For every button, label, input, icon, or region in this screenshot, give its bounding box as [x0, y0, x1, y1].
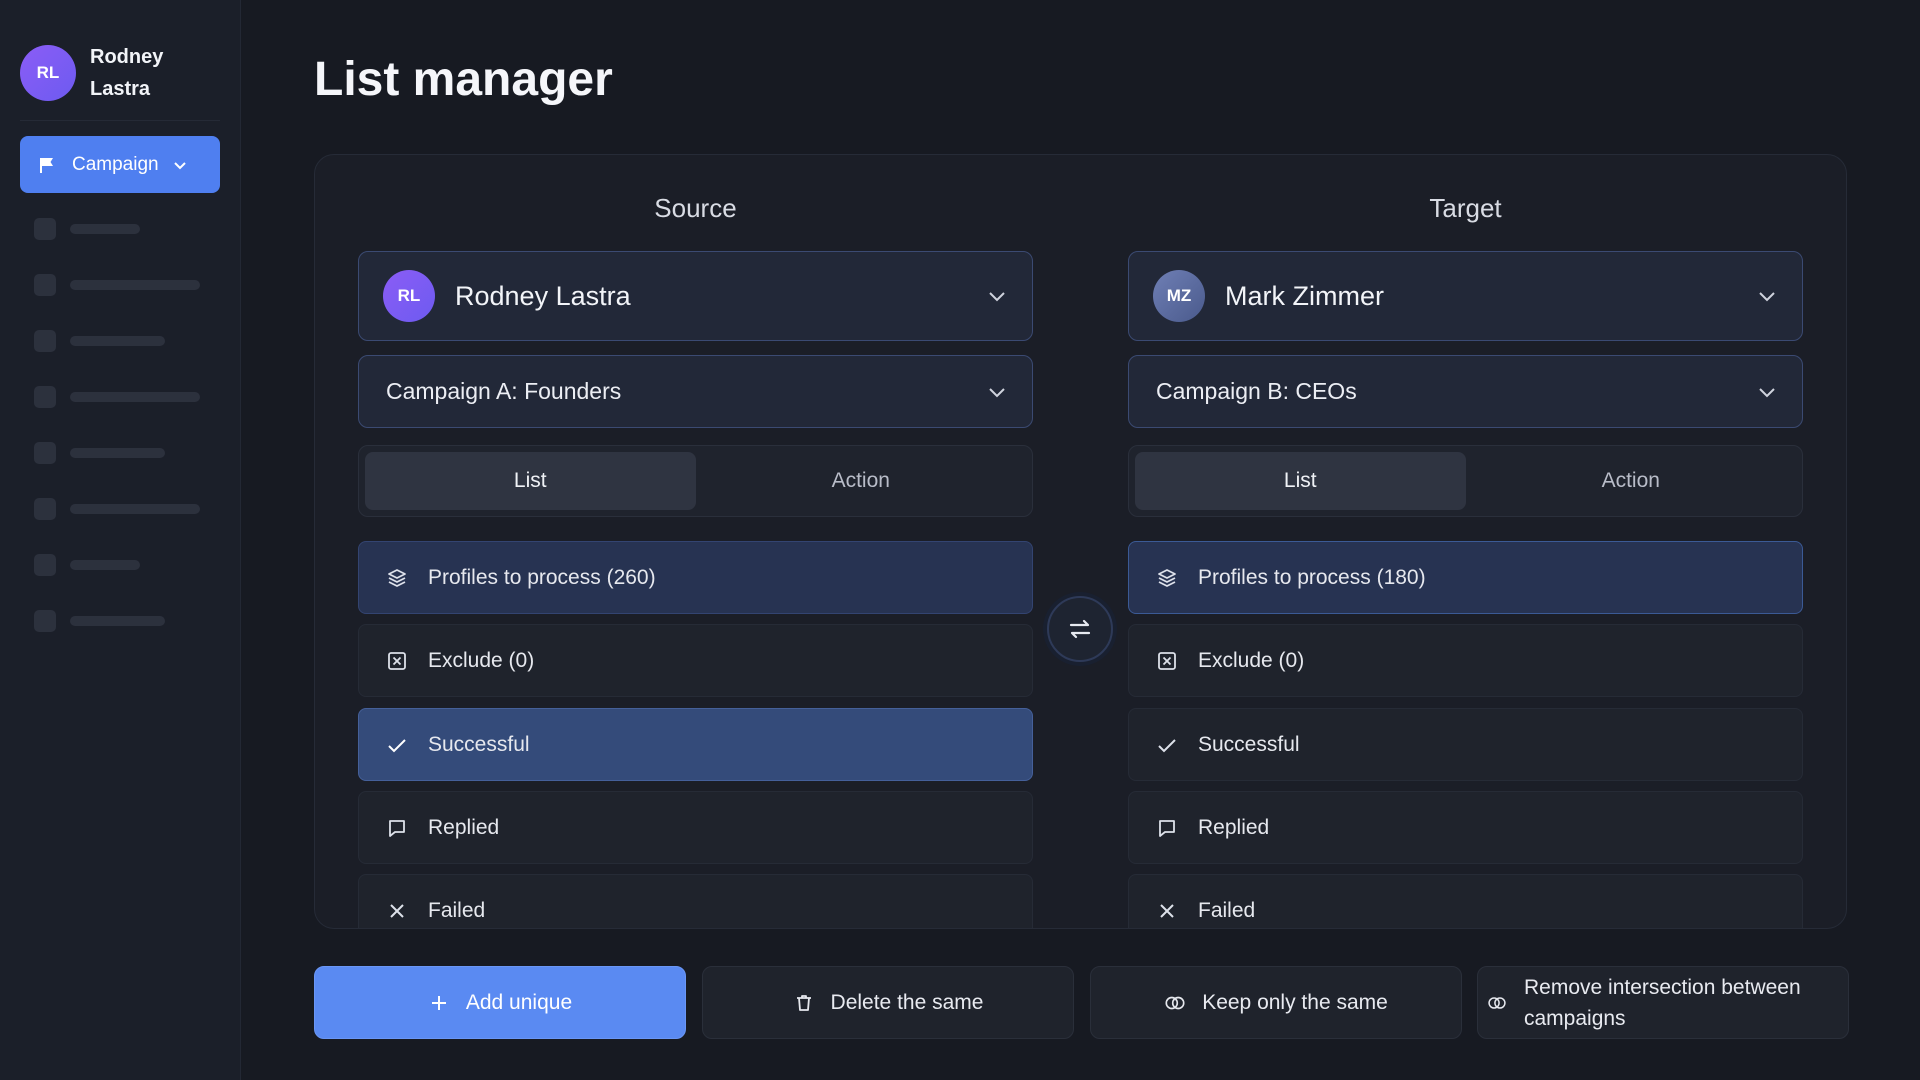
list-item-label: Failed — [428, 898, 486, 922]
page-title: List manager — [314, 53, 613, 106]
sidebar: RL Rodney Lastra Campaign — [0, 0, 241, 1080]
nav-item-placeholder[interactable] — [34, 554, 140, 576]
x-icon — [1156, 900, 1178, 922]
add-unique-button[interactable]: Add unique — [314, 966, 686, 1039]
account-name: Rodney Lastra — [455, 280, 631, 311]
tab-action[interactable]: Action — [1466, 452, 1797, 510]
list-item-label: Replied — [428, 815, 500, 839]
keep-same-button[interactable]: Keep only the same — [1090, 966, 1462, 1039]
list-item[interactable]: Failed — [358, 874, 1033, 928]
target-heading: Target — [1429, 193, 1502, 223]
chevron-down-icon — [173, 161, 186, 169]
divider — [20, 120, 220, 121]
swap-button[interactable] — [1047, 596, 1113, 662]
avatar: MZ — [1153, 270, 1205, 322]
nav-item-placeholder[interactable] — [34, 498, 200, 520]
user-name: Rodney Lastra — [90, 46, 164, 100]
source-account-select[interactable]: RL Rodney Lastra — [358, 251, 1033, 341]
list-item[interactable]: Replied — [1128, 791, 1803, 864]
chevron-down-icon — [989, 387, 1005, 397]
list-item[interactable]: Exclude (0) — [1128, 624, 1803, 697]
nav-item-placeholder[interactable] — [34, 218, 140, 240]
campaign-name: Campaign B: CEOs — [1156, 378, 1357, 404]
account-name: Mark Zimmer — [1225, 280, 1384, 311]
source-campaign-select[interactable]: Campaign A: Founders — [358, 355, 1033, 428]
message-icon — [1156, 817, 1178, 839]
list-item[interactable]: Profiles to process (180) — [1128, 541, 1803, 614]
chevron-down-icon — [1759, 387, 1775, 397]
source-heading: Source — [654, 193, 737, 223]
exclude-icon — [386, 650, 408, 672]
layers-icon — [1156, 567, 1178, 589]
campaign-name: Campaign A: Founders — [386, 378, 622, 404]
user-profile[interactable]: RL Rodney Lastra — [20, 41, 190, 105]
flag-icon — [40, 157, 53, 173]
target-tabs: List Action — [1128, 445, 1803, 517]
list-item-label: Exclude (0) — [1198, 648, 1305, 672]
nav-item-placeholder[interactable] — [34, 610, 165, 632]
list-item-label: Profiles to process (260) — [428, 565, 656, 589]
list-item[interactable]: Replied — [358, 791, 1033, 864]
check-icon — [386, 734, 408, 756]
intersection-icon — [1164, 992, 1186, 1014]
list-item[interactable]: Successful — [1128, 708, 1803, 781]
exclude-icon — [1156, 650, 1178, 672]
avatar: RL — [383, 270, 435, 322]
nav-item-placeholder[interactable] — [34, 442, 165, 464]
delete-same-button[interactable]: Delete the same — [702, 966, 1074, 1039]
list-item[interactable]: Successful — [358, 708, 1033, 781]
target-account-select[interactable]: MZ Mark Zimmer — [1128, 251, 1803, 341]
chevron-down-icon — [1759, 292, 1775, 302]
tab-list[interactable]: List — [1135, 452, 1466, 510]
delete-same-label: Delete the same — [830, 990, 984, 1014]
avatar: RL — [20, 45, 76, 101]
layers-icon — [386, 567, 408, 589]
list-item-label: Successful — [428, 732, 530, 756]
list-item[interactable]: Failed — [1128, 874, 1803, 928]
x-icon — [386, 900, 408, 922]
keep-same-label: Keep only the same — [1202, 990, 1388, 1014]
campaign-button-label: Campaign — [72, 153, 159, 175]
list-item-label: Profiles to process (180) — [1198, 565, 1426, 589]
remove-intersection-label: Remove intersection between campaigns — [1524, 975, 1801, 1030]
swap-icon — [1069, 619, 1091, 639]
chevron-down-icon — [989, 292, 1005, 302]
message-icon — [386, 817, 408, 839]
intersection-icon — [1486, 992, 1508, 1014]
tab-list[interactable]: List — [365, 452, 696, 510]
add-unique-label: Add unique — [465, 990, 573, 1014]
plus-icon — [428, 992, 450, 1014]
list-item-label: Successful — [1198, 732, 1300, 756]
list-item-label: Failed — [1198, 898, 1256, 922]
check-icon — [1156, 734, 1178, 756]
list-item[interactable]: Profiles to process (260) — [358, 541, 1033, 614]
remove-intersection-button[interactable]: Remove intersection between campaigns — [1477, 966, 1849, 1039]
trash-icon — [793, 992, 815, 1014]
target-campaign-select[interactable]: Campaign B: CEOs — [1128, 355, 1803, 428]
list-item[interactable]: Exclude (0) — [358, 624, 1033, 697]
list-item-label: Exclude (0) — [428, 648, 535, 672]
list-compare-panel: Source RL Rodney Lastra Campaign A: Foun… — [314, 154, 1847, 929]
nav-item-placeholder[interactable] — [34, 330, 165, 352]
campaign-button[interactable]: Campaign — [20, 136, 220, 193]
nav-item-placeholder[interactable] — [34, 274, 200, 296]
nav-item-placeholder[interactable] — [34, 386, 200, 408]
list-item-label: Replied — [1198, 815, 1270, 839]
tab-action[interactable]: Action — [696, 452, 1027, 510]
source-tabs: List Action — [358, 445, 1033, 517]
